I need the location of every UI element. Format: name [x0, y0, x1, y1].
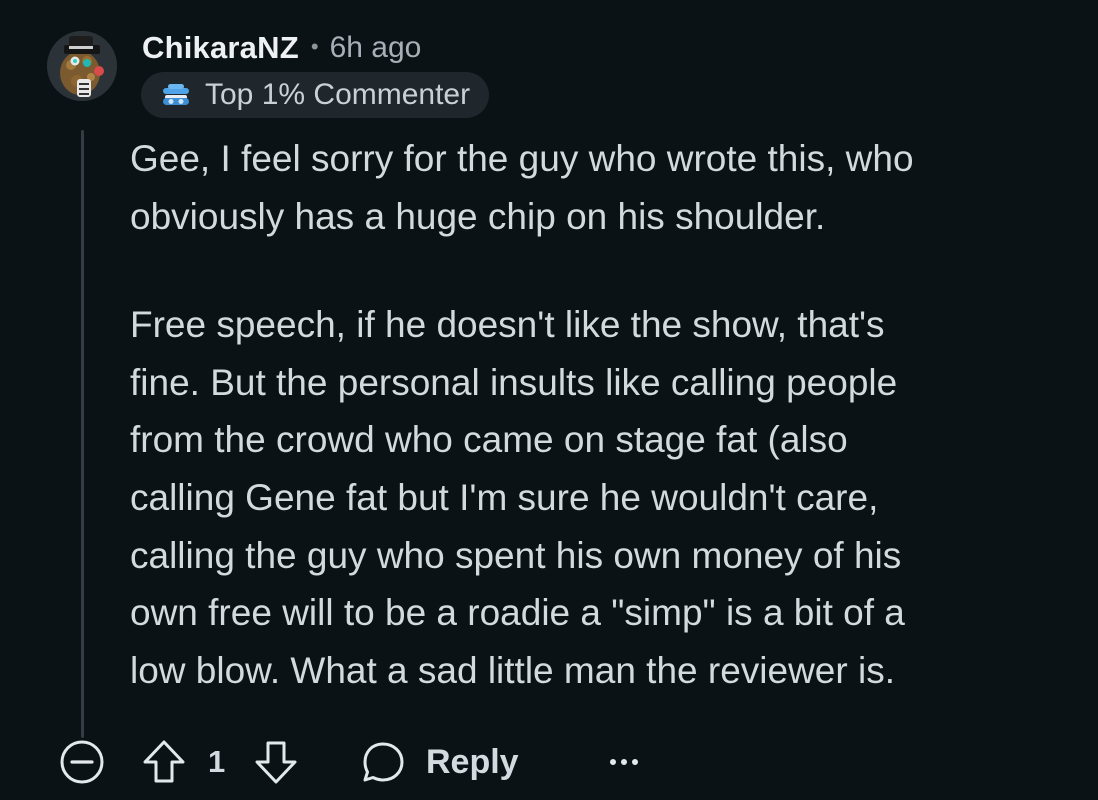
more-options-button[interactable] [604, 734, 644, 790]
more-options-icon [610, 759, 638, 765]
comment-paragraph: Free speech, if he doesn't like the show… [130, 304, 905, 691]
meta-separator: • [310, 34, 319, 59]
comment-header: ChikaraNZ • 6h ago [142, 26, 421, 70]
reply-button[interactable]: Reply [360, 734, 519, 790]
comment: ChikaraNZ • 6h ago Top 1% Commenter Gee,… [0, 0, 1098, 800]
avatar-image [47, 31, 117, 101]
timestamp[interactable]: 6h ago [330, 31, 422, 65]
username[interactable]: ChikaraNZ [142, 30, 299, 66]
upvote-arrow-icon [143, 740, 185, 783]
user-avatar[interactable] [47, 31, 117, 101]
vote-score: 1 [208, 744, 226, 779]
collapse-button[interactable] [56, 734, 108, 790]
flair-label: Top 1% Commenter [205, 78, 471, 111]
thread-line[interactable] [81, 130, 84, 738]
upvote-button[interactable] [140, 734, 188, 790]
comment-actions: 1 Reply [56, 734, 656, 790]
reply-label: Reply [426, 742, 519, 781]
user-flair: Top 1% Commenter [141, 72, 490, 118]
collapse-minus-icon [60, 740, 104, 784]
top-commenter-badge-icon [163, 84, 189, 105]
downvote-arrow-icon [255, 741, 297, 784]
speech-bubble-icon [363, 742, 404, 782]
downvote-button[interactable] [252, 734, 300, 790]
comment-paragraph: Gee, I feel sorry for the guy who wrote … [130, 138, 914, 237]
comment-body: Gee, I feel sorry for the guy who wrote … [130, 130, 1080, 699]
